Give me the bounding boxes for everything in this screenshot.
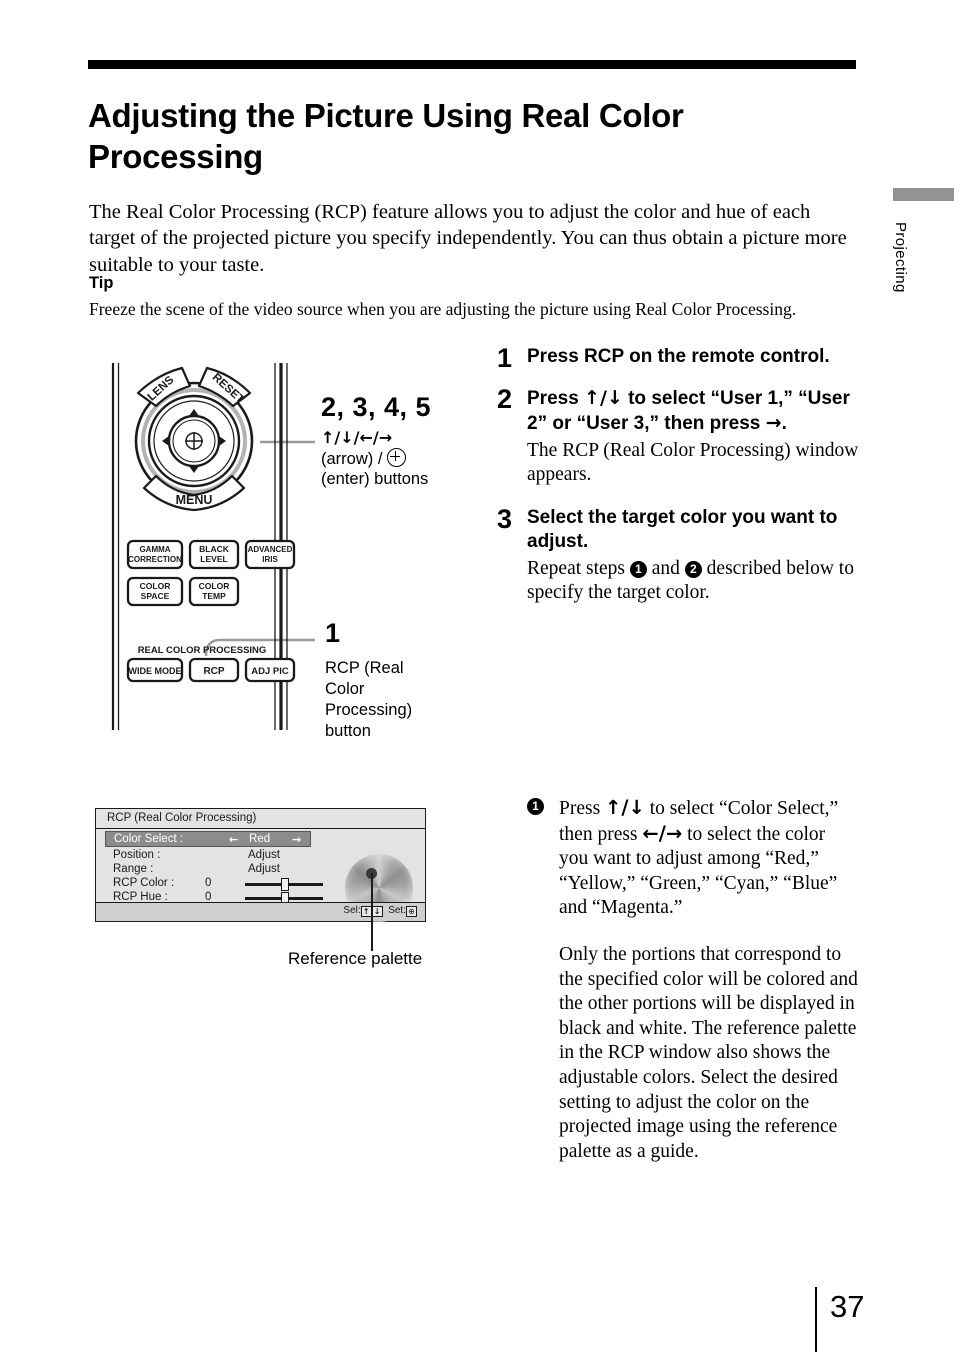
- svg-text:ADVANCED: ADVANCED: [248, 545, 293, 554]
- rcp-label-range: Range :: [113, 863, 154, 875]
- svg-text:WIDE MODE: WIDE MODE: [129, 666, 182, 676]
- callout-step-1-number: 1: [325, 618, 341, 648]
- svg-text:SPACE: SPACE: [141, 591, 170, 601]
- step-2: 2 Press ↑/↓ to select “User 1,” “User 2”…: [497, 383, 867, 488]
- rcp-value-color-select: Red: [249, 833, 271, 845]
- step-3-heading: Select the target color you want to adju…: [527, 506, 838, 553]
- rcp-label-position: Position :: [113, 849, 161, 861]
- callout-steps-2345-number: 2, 3, 4, 5: [321, 392, 432, 422]
- function-button-gamma-correction: GAMMA CORRECTION: [126, 539, 184, 570]
- circled-number-1-icon: 1: [527, 798, 544, 815]
- rcp-window-statusbar: Sel: ↑ ↓ Set: ⊕: [96, 902, 425, 921]
- step-2-text-c: .: [781, 413, 787, 434]
- right-arrow-icon: →: [765, 412, 782, 434]
- svg-text:BLACK: BLACK: [199, 544, 230, 554]
- updown-arrow-icon: ↑/↓: [584, 386, 623, 409]
- procedure-steps: 1 Press RCP on the remote control. 2 Pre…: [497, 345, 867, 606]
- rcp-value-position: Adjust: [248, 849, 280, 861]
- nav-disc: LENS RESET MENU: [134, 366, 254, 512]
- function-button-color-space: COLOR SPACE: [126, 576, 184, 607]
- rcp-color-slider-knob[interactable]: [281, 878, 289, 891]
- sub-step-1-text: Press ↑/↓ to select “Color Select,” then…: [559, 796, 859, 921]
- footer-rule: [815, 1287, 817, 1352]
- function-button-adj-pic: ADJ PIC: [244, 657, 296, 683]
- side-tab-bar: [893, 188, 954, 201]
- status-set-label: Set:: [388, 905, 406, 916]
- right-arrow-icon[interactable]: →: [292, 833, 301, 846]
- status-sel-label: Sel:: [343, 905, 361, 916]
- rcp-window-body: Color Select : ← Red → Position : Adjust…: [96, 829, 425, 922]
- real-color-processing-label: REAL COLOR PROCESSING: [138, 645, 267, 656]
- sub-step-1-paragraph-2: Only the portions that correspond to the…: [559, 943, 858, 1162]
- reference-palette-caption: Reference palette: [288, 949, 423, 968]
- page-title: Adjusting the Picture Using Real Color P…: [88, 97, 684, 176]
- circled-number-1-icon: 1: [629, 560, 647, 578]
- svg-text:MENU: MENU: [176, 493, 213, 507]
- step-3-number: 3: [497, 503, 513, 534]
- step-1-number: 1: [497, 343, 513, 373]
- set-enter-key-icon: ⊕: [406, 906, 417, 917]
- function-button-black-level: BLACK LEVEL: [188, 539, 240, 570]
- svg-text:COLOR: COLOR: [199, 581, 230, 591]
- svg-text:RCP: RCP: [203, 666, 224, 677]
- sub-step-1: 1 Press ↑/↓ to select “Color Select,” th…: [527, 796, 859, 1164]
- side-tab-label: Projecting: [892, 222, 909, 293]
- tip-text: Freeze the scene of the video source whe…: [89, 299, 797, 319]
- rcp-hue-slider[interactable]: [245, 892, 323, 905]
- leftright-arrow-icon: ←/→: [642, 821, 683, 845]
- function-button-rcp: RCP: [188, 657, 240, 683]
- rcp-row-position[interactable]: Position : Adjust: [105, 849, 311, 863]
- svg-text:GAMMA: GAMMA: [139, 545, 170, 554]
- step-2-number: 2: [497, 383, 513, 414]
- callout-enter-label: (enter) buttons: [321, 470, 429, 488]
- page-number: 37: [830, 1289, 865, 1324]
- svg-text:CORRECTION: CORRECTION: [128, 555, 182, 564]
- svg-text:LEVEL: LEVEL: [200, 554, 227, 564]
- document-page: Adjusting the Picture Using Real Color P…: [0, 0, 954, 1352]
- step-2-body: The RCP (Real Color Processing) window a…: [527, 439, 859, 486]
- sub-text-a: Press: [559, 798, 606, 819]
- step-3: 3 Select the target color you want to ad…: [497, 503, 867, 606]
- function-button-advanced-iris: ADVANCED IRIS: [244, 539, 296, 570]
- enter-button-icon: [387, 448, 407, 467]
- reference-palette-leader-line: [371, 873, 373, 951]
- rcp-label-color-select: Color Select :: [114, 833, 184, 845]
- svg-text:COLOR: COLOR: [140, 581, 171, 591]
- step-3-body: Repeat steps 1 and 2 described below to …: [527, 557, 867, 606]
- rcp-value-rcp-color: 0: [205, 877, 212, 889]
- rcp-value-range: Adjust: [248, 863, 280, 875]
- rcp-window-screenshot: RCP (Real Color Processing) Color Select…: [95, 808, 426, 922]
- tip-label: Tip: [89, 274, 114, 292]
- circled-number-2-icon: 2: [684, 560, 702, 578]
- step-3-text-a: Repeat steps: [527, 557, 630, 579]
- right-body-column: 1 Press ↑/↓ to select “Color Select,” th…: [527, 796, 859, 1164]
- step-1-heading: Press RCP on the remote control.: [527, 346, 830, 367]
- callout-arrow-label-text: (arrow) /: [321, 450, 383, 468]
- title-rule: [88, 60, 856, 69]
- callout-arrow-keys: ↑/↓/←/→: [321, 428, 393, 447]
- svg-text:ADJ PIC: ADJ PIC: [251, 666, 289, 677]
- step-3-text-b: and: [646, 557, 685, 579]
- svg-text:IRIS: IRIS: [262, 555, 278, 564]
- sel-up-key-icon: ↑: [360, 906, 372, 917]
- callout-arrow-label: (arrow) /: [321, 448, 407, 470]
- rcp-color-slider[interactable]: [245, 878, 323, 891]
- callout-rcp-button-label: RCP (Real Color Processing) button: [325, 659, 413, 740]
- function-button-color-temp: COLOR TEMP: [188, 576, 240, 607]
- rcp-row-rcp-color[interactable]: RCP Color : 0: [105, 877, 323, 891]
- step-2-text-a: Press: [527, 387, 585, 409]
- rcp-status-hints: Sel: ↑ ↓ Set: ⊕: [343, 905, 417, 917]
- function-button-wide-mode: WIDE MODE: [126, 657, 184, 683]
- sel-down-key-icon: ↓: [371, 906, 383, 917]
- rcp-window-title: RCP (Real Color Processing): [107, 812, 257, 824]
- intro-paragraph: The Real Color Processing (RCP) feature …: [89, 200, 847, 276]
- updown-arrow-icon: ↑/↓: [605, 796, 645, 819]
- rcp-row-range[interactable]: Range : Adjust: [105, 863, 311, 877]
- svg-text:TEMP: TEMP: [202, 591, 226, 601]
- step-1: 1 Press RCP on the remote control.: [497, 343, 867, 373]
- left-arrow-icon[interactable]: ←: [229, 833, 238, 846]
- rcp-label-rcp-color: RCP Color :: [113, 877, 175, 889]
- rcp-row-color-select[interactable]: Color Select : ← Red →: [105, 831, 311, 847]
- step-2-heading: Press ↑/↓ to select “User 1,” “User 2” o…: [527, 386, 867, 437]
